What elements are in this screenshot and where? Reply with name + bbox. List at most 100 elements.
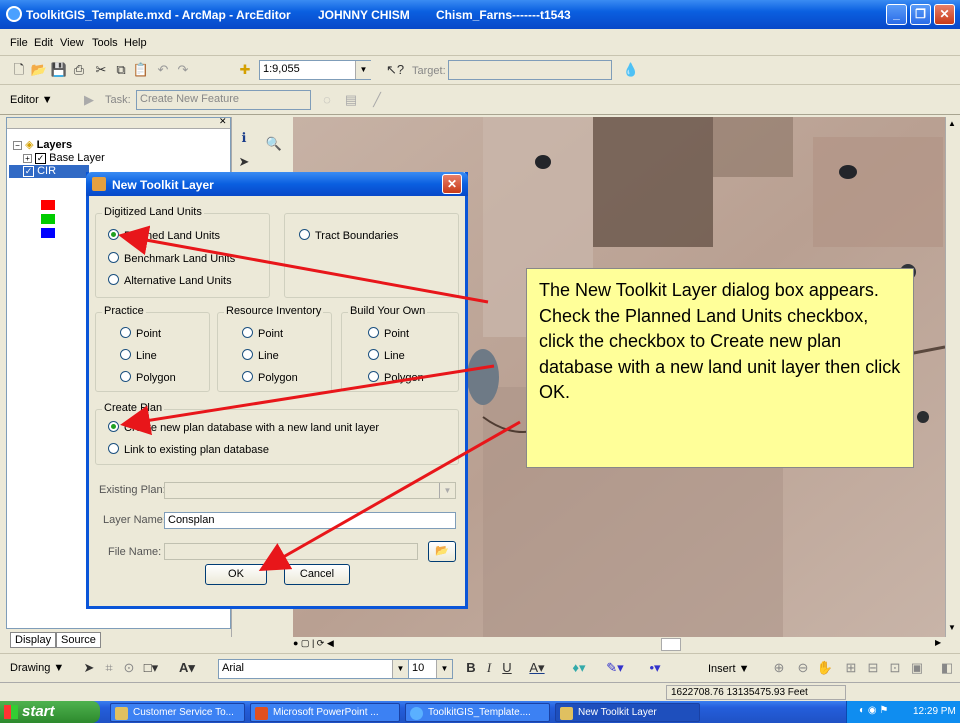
editor-menu[interactable]: Editor ▼: [10, 94, 53, 106]
close-icon[interactable]: ✕: [219, 116, 227, 127]
resource-point-radio[interactable]: Point: [242, 327, 283, 340]
tract-boundaries-radio[interactable]: Tract Boundaries: [299, 229, 398, 242]
toc-root[interactable]: − ◈ Layers: [13, 138, 72, 151]
map-vertical-scrollbar[interactable]: ▲ ▼: [945, 117, 960, 637]
resource-line-radio[interactable]: Line: [242, 349, 279, 362]
existing-plan-combo[interactable]: [164, 482, 456, 499]
toc-item-base-layer[interactable]: + ✓ Base Layer: [23, 152, 105, 164]
line-color-icon[interactable]: ✎▾: [606, 659, 624, 677]
menu-help[interactable]: Help: [124, 37, 147, 49]
tray-icons[interactable]: ◐ ◉ ⚑: [859, 705, 888, 716]
scroll-right-icon[interactable]: ▶: [935, 638, 941, 647]
dialog-close-button[interactable]: ✕: [442, 174, 462, 194]
split-tool-icon[interactable]: ╱: [368, 91, 386, 109]
identify-icon[interactable]: ℹ: [235, 129, 253, 147]
menu-edit[interactable]: Edit: [34, 37, 53, 49]
tab-display[interactable]: Display: [10, 632, 57, 648]
attributes-icon[interactable]: ▤: [342, 91, 360, 109]
build-polygon-radio[interactable]: Polygon: [368, 371, 424, 384]
editor-toolbar-icon[interactable]: 💧: [622, 61, 640, 79]
font-color-icon[interactable]: A▾: [528, 659, 546, 677]
marker-color-icon[interactable]: •▾: [646, 659, 664, 677]
task-customer-service[interactable]: Customer Service To...: [110, 703, 245, 722]
redo-icon[interactable]: ↷: [174, 61, 192, 79]
whats-this-icon[interactable]: ↖?: [386, 61, 404, 79]
select-elements-icon[interactable]: ➤: [80, 659, 98, 677]
cut-icon[interactable]: ✂: [92, 61, 110, 79]
build-point-radio[interactable]: Point: [368, 327, 409, 340]
menu-tools[interactable]: Tools: [92, 37, 118, 49]
layout-view-buttons[interactable]: ● ▢ | ⟳ ◀: [293, 638, 353, 652]
previous-extent-icon[interactable]: ▣: [908, 659, 926, 677]
open-folder-icon[interactable]: 📂: [30, 61, 48, 79]
practice-polygon-radio[interactable]: Polygon: [120, 371, 176, 384]
find-icon[interactable]: 🔍: [265, 135, 283, 153]
browse-folder-icon[interactable]: 📂: [428, 541, 456, 562]
benchmark-land-units-radio[interactable]: Benchmark Land Units: [108, 252, 235, 265]
fixed-zoom-out-icon[interactable]: ⊟: [864, 659, 882, 677]
bold-icon[interactable]: B: [462, 659, 480, 677]
full-extent-icon[interactable]: ⊡: [886, 659, 904, 677]
menu-view[interactable]: View: [60, 37, 84, 49]
map-horizontal-scrollbar[interactable]: ▶: [293, 637, 945, 652]
scroll-up-icon[interactable]: ▲: [948, 119, 956, 128]
minimize-button[interactable]: _: [886, 4, 907, 25]
select-pointer-icon[interactable]: ➤: [235, 153, 253, 171]
chevron-down-icon[interactable]: ▼: [355, 61, 371, 79]
close-button[interactable]: ✕: [934, 4, 955, 25]
zoom-whole-icon[interactable]: ⊙: [120, 659, 138, 677]
add-data-icon[interactable]: ✚: [236, 61, 254, 79]
zoom-in-icon[interactable]: ⊕: [770, 659, 788, 677]
italic-icon[interactable]: I: [480, 659, 498, 677]
ok-button[interactable]: OK: [205, 564, 267, 585]
task-arcmap[interactable]: ToolkitGIS_Template....: [405, 703, 550, 722]
practice-point-radio[interactable]: Point: [120, 327, 161, 340]
underline-icon[interactable]: U: [498, 659, 516, 677]
scroll-down-icon[interactable]: ▼: [948, 623, 956, 632]
insert-menu[interactable]: Insert ▼: [708, 663, 749, 675]
menu-file[interactable]: File: [10, 37, 28, 49]
undo-icon[interactable]: ↶: [154, 61, 172, 79]
rotate-icon[interactable]: ⌗: [100, 659, 118, 677]
font-combo[interactable]: Arial: [218, 659, 410, 679]
create-new-plan-radio[interactable]: Create new plan database with a new land…: [108, 421, 379, 434]
drawing-menu[interactable]: Drawing ▼: [10, 662, 64, 674]
resource-polygon-radio[interactable]: Polygon: [242, 371, 298, 384]
layer-name-field[interactable]: Consplan: [164, 512, 456, 529]
paste-icon[interactable]: 📋: [132, 61, 150, 79]
zoom-out-icon[interactable]: ⊖: [794, 659, 812, 677]
pan-icon[interactable]: ✋: [816, 659, 834, 677]
fixed-zoom-in-icon[interactable]: ⊞: [842, 659, 860, 677]
chevron-down-icon[interactable]: ▼: [392, 660, 408, 678]
scroll-thumb[interactable]: [661, 638, 681, 651]
file-name-field[interactable]: [164, 543, 418, 560]
fill-color-icon[interactable]: ♦▾: [570, 659, 588, 677]
window-titlebar[interactable]: ToolkitGIS_Template.mxd - ArcMap - ArcEd…: [0, 0, 960, 29]
print-icon[interactable]: ⎙: [70, 61, 88, 79]
planned-land-units-radio[interactable]: Planned Land Units: [108, 229, 220, 242]
practice-line-radio[interactable]: Line: [120, 349, 157, 362]
task-powerpoint[interactable]: Microsoft PowerPoint ...: [250, 703, 400, 722]
link-existing-plan-radio[interactable]: Link to existing plan database: [108, 443, 269, 456]
cancel-button[interactable]: Cancel: [284, 564, 350, 585]
text-tool-icon[interactable]: A▾: [178, 659, 196, 677]
task-new-toolkit-layer[interactable]: New Toolkit Layer: [555, 703, 700, 722]
new-document-icon[interactable]: 🗋: [10, 61, 28, 79]
sketch-tool-icon[interactable]: ◌: [318, 91, 336, 109]
dialog-titlebar[interactable]: New Toolkit Layer ✕: [86, 172, 468, 196]
save-icon[interactable]: 💾: [50, 61, 68, 79]
chevron-down-icon[interactable]: ▼: [436, 660, 452, 678]
copy-icon[interactable]: ⧉: [112, 61, 130, 79]
build-line-radio[interactable]: Line: [368, 349, 405, 362]
next-extent-icon[interactable]: ◧: [938, 659, 956, 677]
alternative-land-units-radio[interactable]: Alternative Land Units: [108, 274, 232, 287]
chevron-down-icon[interactable]: ▼: [439, 483, 455, 498]
rectangle-icon[interactable]: □▾: [142, 659, 160, 677]
restore-button[interactable]: ❐: [910, 4, 931, 25]
task-combo[interactable]: Create New Feature: [136, 90, 311, 110]
start-button[interactable]: start: [0, 701, 100, 723]
target-combo[interactable]: [448, 60, 612, 80]
edit-tool-icon[interactable]: ▶: [80, 91, 98, 109]
tab-source[interactable]: Source: [56, 632, 101, 648]
toc-item-cir[interactable]: ✓ CIR: [9, 165, 89, 178]
